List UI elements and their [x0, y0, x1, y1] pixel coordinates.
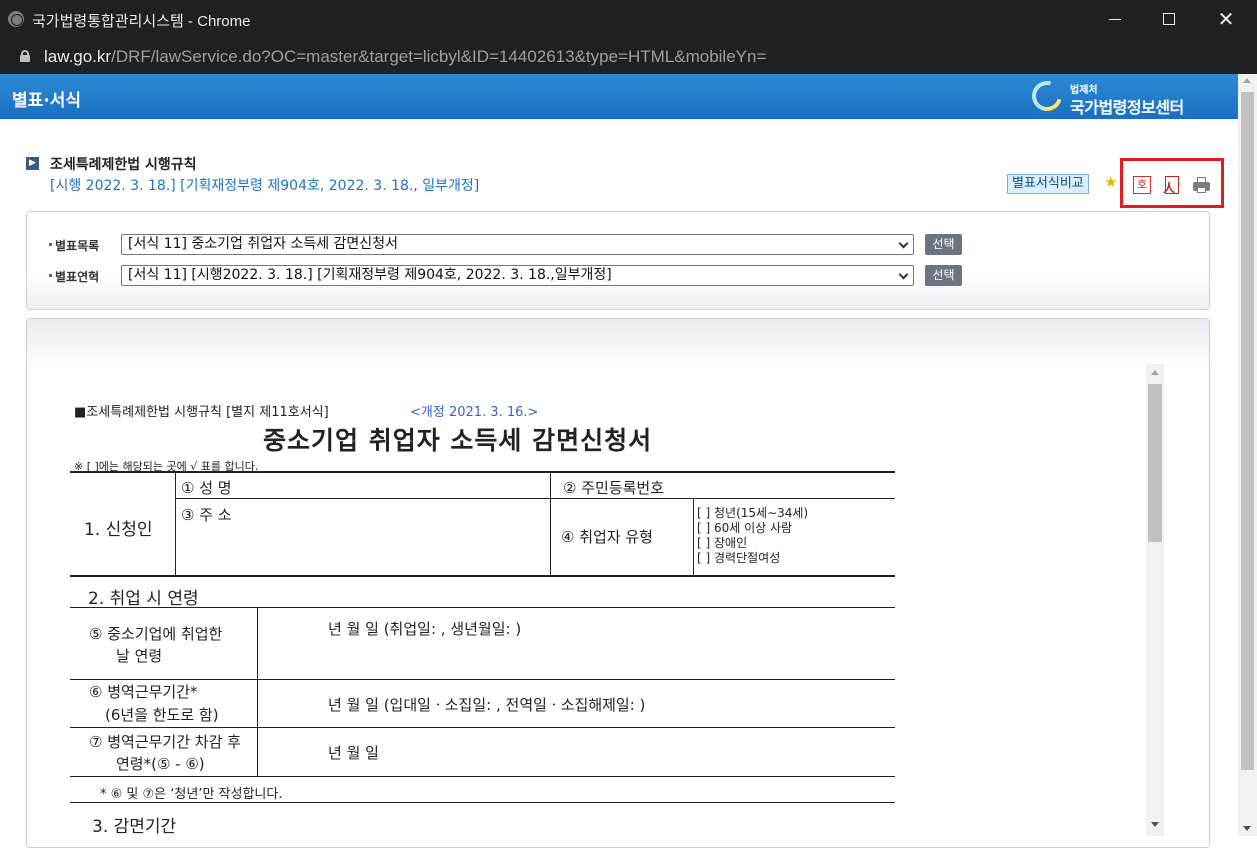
section-period: 3. 감면기간	[92, 817, 177, 837]
form-title: 중소기업 취업자 소득세 감면신청서	[263, 426, 653, 455]
rule	[693, 499, 694, 575]
pdf-download-icon[interactable]: 人	[1163, 176, 1181, 195]
moleg-logo[interactable]: 법제처 국가법령정보센터	[1026, 75, 1210, 117]
list-select-value: [서식 11] 중소기업 취업자 소득세 감면신청서	[128, 236, 398, 252]
field-adjusted-age-label: ⑦ 병역근무기간 차감 후	[89, 733, 241, 751]
form-header: ■조세특례제한법 시행규칙 [별지 제11호서식]	[74, 405, 329, 420]
rule	[70, 802, 895, 803]
field-adjusted-age-label2: 연령*(⑤ - ⑥)	[116, 755, 205, 773]
rule	[70, 776, 895, 777]
window-titlebar: 국가법령통합관리시스템 - Chrome ✕	[0, 0, 1257, 38]
rule	[257, 608, 258, 776]
list-label: 별표목록	[55, 239, 100, 253]
field-name-label: ① 성 명	[181, 479, 232, 497]
scroll-thumb[interactable]	[1241, 92, 1254, 770]
hwp-download-icon[interactable]: 호	[1133, 176, 1151, 194]
field-address-label: ③ 주 소	[181, 506, 232, 524]
history-select-value: [서식 11] [시행2022. 3. 18.] [기획재정부령 제904호, …	[128, 267, 612, 283]
field-rrn-label: ② 주민등록번호	[563, 479, 665, 497]
scroll-up-icon[interactable]	[1243, 78, 1251, 83]
close-button[interactable]: ✕	[1199, 0, 1253, 38]
rule	[175, 473, 176, 575]
rule	[550, 473, 551, 575]
rule	[70, 575, 895, 577]
page-title: 별표·서식	[12, 91, 82, 111]
rule	[70, 679, 895, 680]
chevron-down-icon	[898, 238, 909, 249]
page-header: 별표·서식 법제처 국가법령정보센터	[0, 74, 1238, 119]
compare-button[interactable]: 별표서식비교	[1007, 174, 1089, 194]
maximize-button[interactable]	[1142, 0, 1196, 38]
scroll-down-icon[interactable]	[1243, 826, 1251, 831]
window-title: 국가법령통합관리시스템 - Chrome	[32, 13, 251, 30]
url-text[interactable]: law.go.kr/DRF/lawService.do?OC=master&ta…	[44, 47, 766, 67]
logo-big-text: 국가법령정보센터	[1070, 98, 1184, 117]
section-applicant: 1. 신청인	[84, 520, 153, 540]
rule	[70, 607, 895, 608]
chevron-down-icon	[898, 269, 909, 280]
address-bar[interactable]: law.go.kr/DRF/lawService.do?OC=master&ta…	[0, 38, 1257, 74]
favorite-star-icon[interactable]: ★	[1104, 174, 1120, 190]
field-join-age-value: 년 월 일 (취업일: , 생년월일: )	[328, 620, 522, 638]
bullet-dot	[49, 274, 52, 277]
close-icon: ✕	[1217, 7, 1235, 31]
lock-icon	[20, 50, 30, 62]
field-join-age-label2: 날 연령	[116, 647, 163, 665]
rule	[70, 471, 895, 473]
print-icon[interactable]	[1192, 176, 1210, 194]
scroll-thumb[interactable]	[1148, 384, 1162, 542]
arrow-bullet-icon: ▶	[26, 157, 39, 170]
list-select-button[interactable]: 선택	[925, 234, 962, 255]
page: 별표·서식 법제처 국가법령정보센터 ▶ 조세특례제한법 시행규칙 [시행 20…	[0, 74, 1257, 848]
form-amend-date: <개정 2021. 3. 16.>	[410, 405, 539, 420]
minimize-icon	[1109, 19, 1121, 20]
section-age: 2. 취업 시 연령	[88, 589, 199, 609]
form-scrollbar[interactable]	[1146, 364, 1164, 836]
field-military-label2: (6년을 한도로 함)	[105, 706, 219, 724]
history-select-button[interactable]: 선택	[925, 265, 962, 286]
field-adjusted-age-value: 년 월 일	[328, 744, 379, 762]
field-military-value: 년 월 일 (입대일ㆍ소집일: , 전역일ㆍ소집해제일: )	[328, 696, 646, 714]
page-scrollbar[interactable]	[1238, 74, 1257, 836]
scroll-down-icon[interactable]	[1151, 822, 1159, 827]
field-join-age-label: ⑤ 중소기업에 취업한	[89, 625, 223, 643]
law-subtitle: [시행 2022. 3. 18.] [기획재정부령 제904호, 2022. 3…	[50, 178, 480, 194]
history-label: 별표연혁	[55, 270, 100, 284]
download-tools-highlight: 호 人	[1120, 158, 1224, 208]
rule	[70, 727, 895, 728]
logo-swirl-icon	[1026, 75, 1068, 117]
history-select[interactable]: [서식 11] [시행2022. 3. 18.] [기획재정부령 제904호, …	[121, 265, 914, 286]
minimize-button[interactable]	[1088, 0, 1142, 38]
globe-icon	[8, 11, 24, 27]
maximize-icon	[1163, 13, 1175, 25]
bullet-dot	[49, 243, 52, 246]
selector-panel: 별표목록 [서식 11] 중소기업 취업자 소득세 감면신청서 선택 별표연혁 …	[26, 211, 1210, 310]
field-military-label: ⑥ 병역근무기간*	[89, 683, 198, 701]
list-select[interactable]: [서식 11] 중소기업 취업자 소득세 감면신청서	[121, 234, 914, 255]
scroll-up-icon[interactable]	[1151, 370, 1159, 375]
rule	[175, 498, 895, 499]
law-name: 조세특례제한법 시행규칙	[50, 157, 197, 173]
field-type-label: ④ 취업자 유형	[561, 528, 653, 546]
type-option: [ ] 경력단절여성	[697, 551, 781, 565]
form-footnote: * ⑥ 및 ⑦은 ‘청년’만 작성합니다.	[100, 787, 283, 802]
